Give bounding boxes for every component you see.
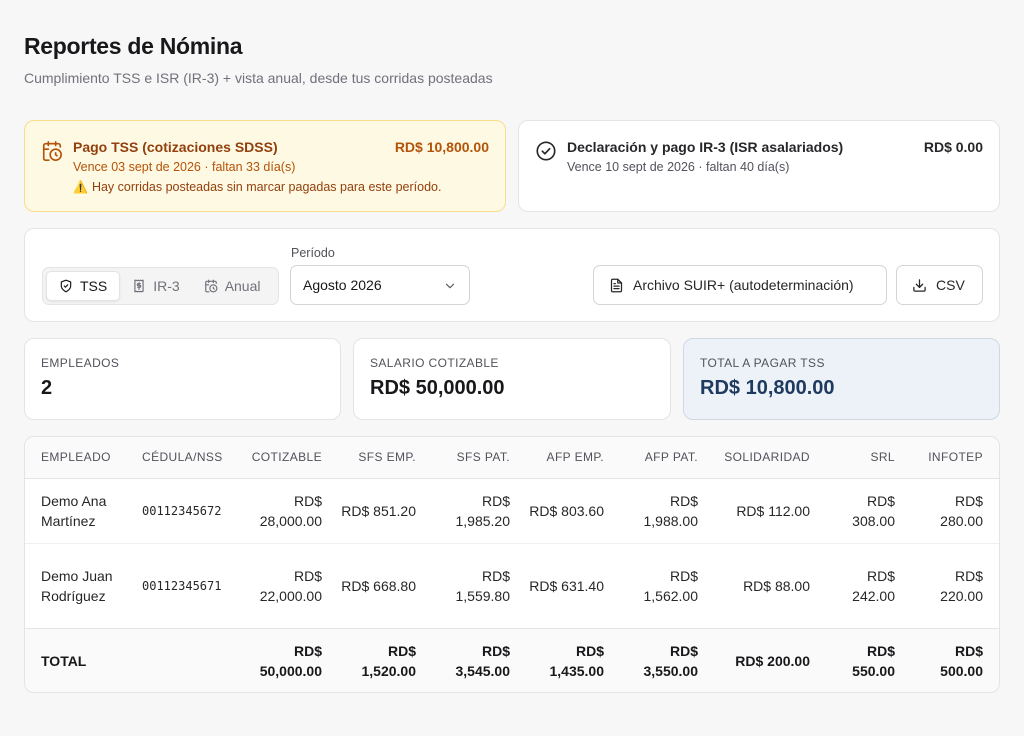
table-cell: RD$ 1,988.00 (620, 478, 714, 544)
column-header[interactable]: AFP EMP. (526, 437, 620, 479)
tss-alert-title: Pago TSS (cotizaciones SDSS) (73, 139, 278, 155)
tss-table: EMPLEADO CÉDULA/NSS COTIZABLE SFS EMP. S… (24, 436, 1000, 693)
page-title: Reportes de Nómina (24, 33, 243, 59)
csv-export-button[interactable]: CSV (896, 265, 983, 305)
total-cell: RD$ 1,520.00 (338, 627, 432, 692)
table-cell: RD$ 88.00 (743, 577, 810, 594)
total-cell: RD$ 500.00 (911, 627, 999, 692)
table-row: Demo Juan Rodríguez 00112345671 RD$ 22,0… (25, 543, 999, 628)
column-header[interactable]: INFOTEP (911, 437, 999, 479)
table-cell: RD$ 242.00 (852, 567, 895, 604)
employee-name: Demo Ana Martínez (25, 478, 138, 544)
stat-value: 2 (41, 377, 53, 399)
tab-ir3-label: IR-3 (153, 278, 180, 294)
suir-file-button-label: Archivo SUIR+ (autodeterminación) (633, 277, 854, 293)
tab-ir3[interactable]: IR-3 (120, 271, 191, 301)
report-toolbar: TSS IR-3 Anual Período Agosto 2026 Archi… (24, 228, 1000, 322)
cedula-cell: 00112345671 (142, 578, 222, 593)
column-header[interactable]: SRL (826, 437, 911, 479)
ir3-alert-due: Vence 10 sept de 2026 · faltan 40 día(s) (567, 160, 790, 174)
table-cell: RD$ 803.60 (526, 478, 620, 544)
table-cell: RD$ 631.40 (529, 577, 604, 594)
total-cell: RD$ 200.00 (714, 627, 826, 692)
suir-file-button[interactable]: Archivo SUIR+ (autodeterminación) (593, 265, 887, 305)
check-circle-icon (536, 141, 556, 161)
stat-taxable-salary: SALARIO COTIZABLE RD$ 50,000.00 (353, 338, 671, 420)
table-cell: RD$ 28,000.00 (238, 478, 338, 544)
total-cell: RD$ 3,545.00 (432, 627, 526, 692)
calendar-clock-icon (42, 141, 62, 161)
tss-alert-warning: ⚠️ Hay corridas posteadas sin marcar pag… (73, 180, 441, 194)
column-header[interactable]: COTIZABLE (238, 437, 338, 479)
warning-icon: ⚠️ (73, 180, 88, 194)
table-row: Demo Ana Martínez 00112345672 RD$ 28,000… (25, 478, 999, 544)
tss-alert-due: Vence 03 sept de 2026 · faltan 33 día(s) (73, 160, 296, 174)
stat-employees: EMPLEADOS 2 (24, 338, 341, 420)
table-cell: RD$ 220.00 (940, 567, 983, 604)
table-header-row: EMPLEADO CÉDULA/NSS COTIZABLE SFS EMP. S… (25, 437, 999, 479)
table-cell: RD$ 1,562.00 (643, 567, 699, 604)
table-cell (138, 627, 238, 692)
table-cell: RD$ 668.80 (341, 577, 416, 594)
tss-alert-amount: RD$ 10,800.00 (394, 139, 489, 155)
stat-value: RD$ 50,000.00 (370, 377, 505, 399)
file-text-icon (610, 278, 623, 292)
table-cell: RD$ 308.00 (826, 478, 911, 544)
table-total-row: TOTAL RD$ 50,000.00 RD$ 1,520.00 RD$ 3,5… (25, 627, 999, 692)
calendar-clock-icon (204, 279, 218, 293)
report-type-tabs: TSS IR-3 Anual (42, 267, 279, 305)
tab-tss[interactable]: TSS (46, 271, 121, 301)
receipt-icon (134, 279, 144, 293)
total-cell: RD$ 3,550.00 (620, 627, 714, 692)
period-select-value: Agosto 2026 (303, 277, 382, 293)
chevron-down-icon (445, 283, 455, 289)
table-cell: RD$ 280.00 (911, 478, 999, 544)
stat-total-tss: TOTAL A PAGAR TSS RD$ 10,800.00 (683, 338, 1000, 420)
ir3-alert-amount: RD$ 0.00 (923, 139, 983, 155)
column-header[interactable]: SFS PAT. (432, 437, 526, 479)
column-header[interactable]: EMPLEADO (25, 437, 138, 479)
tss-due-alert: Pago TSS (cotizaciones SDSS) RD$ 10,800.… (24, 120, 506, 212)
column-header[interactable]: SFS EMP. (338, 437, 432, 479)
table-cell: RD$ 112.00 (714, 478, 826, 544)
download-icon (913, 278, 926, 292)
table-cell: RD$ 22,000.00 (259, 567, 322, 604)
period-label: Período (291, 246, 335, 260)
column-header[interactable]: SOLIDARIDAD (714, 437, 826, 479)
stat-value: RD$ 10,800.00 (700, 377, 835, 399)
total-label: TOTAL (25, 627, 138, 692)
total-cell: RD$ 50,000.00 (238, 627, 338, 692)
column-header[interactable]: AFP PAT. (620, 437, 714, 479)
table-cell: RD$ 1,985.20 (432, 478, 526, 544)
tss-detail-table: EMPLEADO CÉDULA/NSS COTIZABLE SFS EMP. S… (25, 437, 999, 692)
tab-anual[interactable]: Anual (192, 271, 273, 301)
period-select[interactable]: Agosto 2026 (290, 265, 470, 305)
stat-label: TOTAL A PAGAR TSS (700, 356, 825, 370)
ir3-alert-title: Declaración y pago IR-3 (ISR asalariados… (567, 139, 844, 155)
csv-export-button-label: CSV (936, 277, 965, 293)
total-cell: RD$ 550.00 (826, 627, 911, 692)
tab-tss-label: TSS (80, 278, 108, 294)
tab-anual-label: Anual (224, 278, 261, 294)
stat-label: SALARIO COTIZABLE (370, 356, 499, 370)
employee-name: Demo Juan Rodríguez (41, 567, 113, 604)
total-cell: RD$ 1,435.00 (526, 627, 620, 692)
stat-label: EMPLEADOS (41, 356, 120, 370)
column-header[interactable]: CÉDULA/NSS (138, 437, 238, 479)
shield-check-icon (60, 279, 72, 293)
ir3-due-alert: Declaración y pago IR-3 (ISR asalariados… (518, 120, 1000, 212)
cedula-cell: 00112345672 (138, 478, 238, 544)
page-subtitle: Cumplimiento TSS e ISR (IR-3) + vista an… (24, 70, 493, 86)
tss-alert-warning-text: Hay corridas posteadas sin marcar pagada… (91, 180, 442, 194)
table-cell: RD$ 1,559.80 (455, 567, 511, 604)
table-cell: RD$ 851.20 (338, 478, 432, 544)
